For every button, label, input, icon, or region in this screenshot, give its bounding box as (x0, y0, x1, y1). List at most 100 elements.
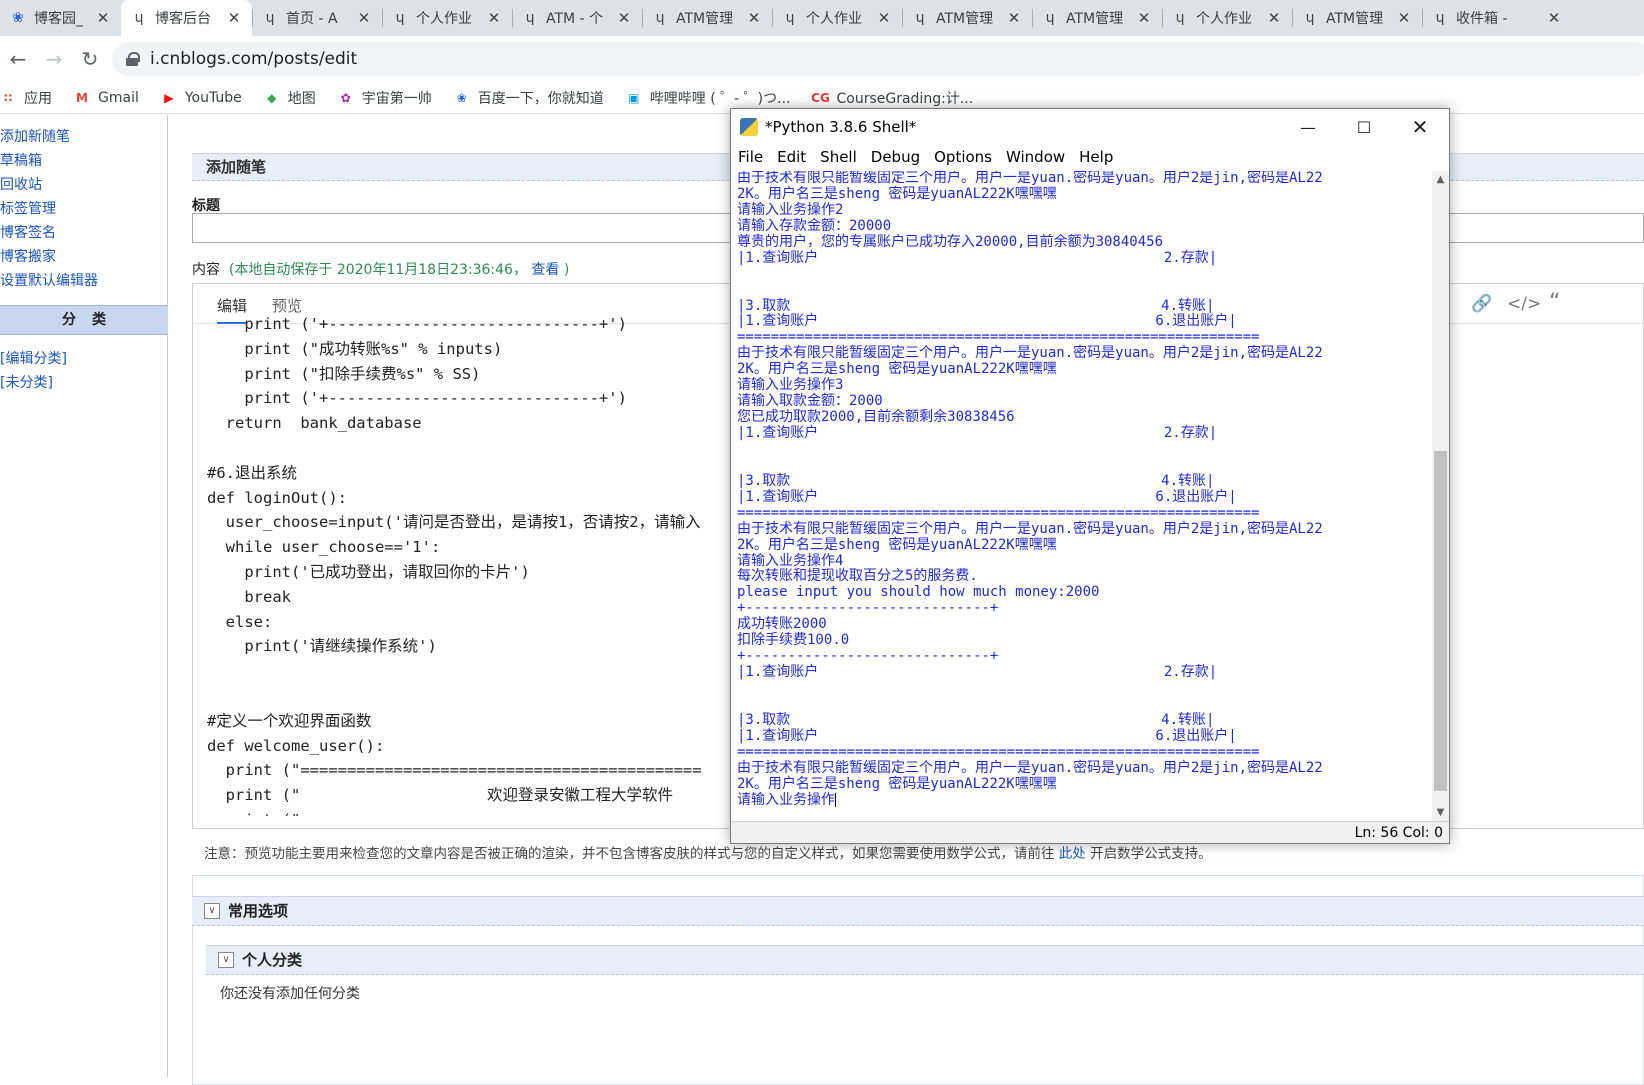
tab-close-icon[interactable]: ✕ (1546, 9, 1562, 27)
scroll-up-icon[interactable]: ▲ (1432, 171, 1449, 188)
tab-separator (902, 9, 903, 27)
shell-line: 2K。用户名三是sheng 密码是yuanAL222K嘿嘿嘿 (737, 536, 1057, 553)
bookmark-label: 哔哩哔哩 ( ゜- ゜)つ... (649, 90, 791, 107)
tab-close-icon[interactable]: ✕ (95, 9, 111, 27)
shell-menu-options[interactable]: Options (934, 148, 992, 166)
shell-output[interactable]: 由于技术有限只能暂缓固定三个用户。用户一是yuan.密码是yuan。用户2是ji… (731, 171, 1431, 821)
content-label: 内容 (192, 262, 220, 278)
browser-tab[interactable]: ɥ 个人作业 ✕ (772, 0, 902, 36)
cnblogs-icon: ɥ (1045, 10, 1055, 26)
back-arrow-icon[interactable]: ← (0, 41, 36, 77)
browser-tab[interactable]: ɥ ATM管理 ✕ (1032, 0, 1162, 36)
flower-icon: ✿ (340, 90, 351, 105)
tab-title: ATM - 个 (546, 11, 604, 27)
bilibili-icon: ▣ (628, 90, 640, 105)
shell-line: 由于技术有限只能暂缓固定三个用户。用户一是yuan.密码是yuan。用户2是ji… (737, 759, 1323, 776)
tab-title: 个人作业 (806, 11, 862, 27)
bookmark-item[interactable]: ▶ YouTube (161, 90, 242, 106)
sidebar-link[interactable]: 回收站 (0, 173, 98, 197)
bookmark-item[interactable]: ❀ 百度一下，你就知道 (454, 88, 604, 108)
shell-line: 您已成功取款2000,目前余额剩余30838456 (737, 409, 1015, 426)
minimize-icon[interactable]: — (1285, 109, 1331, 145)
python-shell-window[interactable]: *Python 3.8.6 Shell* — ☐ ✕ File Edit Shell… (730, 108, 1450, 844)
address-bar[interactable]: i.cnblogs.com/posts/edit (112, 42, 1644, 76)
math-support-link[interactable]: 此处 (1059, 846, 1086, 862)
common-options-header[interactable]: ∨ 常用选项 (192, 896, 1644, 926)
maximize-icon[interactable]: ☐ (1341, 109, 1387, 145)
sidebar-link[interactable]: 博客签名 (0, 221, 98, 245)
shell-line: |1.查询账户 6.退出账户| (737, 313, 1237, 330)
shell-line: |3.取款 4.转账| (737, 472, 1215, 489)
sidebar-link[interactable]: 标签管理 (0, 197, 98, 221)
code-icon[interactable]: </> (1507, 294, 1541, 314)
tab-separator (1032, 9, 1033, 27)
shell-menu-shell[interactable]: Shell (820, 148, 857, 166)
bookmark-item[interactable]: ✿ 宇宙第一帅 (338, 88, 432, 108)
tab-close-icon[interactable]: ✕ (746, 9, 762, 27)
sidebar-link[interactable]: 博客搬家 (0, 245, 98, 269)
shell-menu-edit[interactable]: Edit (777, 148, 806, 166)
shell-line: |1.查询账户 6.退出账户| (737, 727, 1237, 744)
browser-tab[interactable]: ɥ 个人作业 ✕ (382, 0, 512, 36)
browser-tab[interactable]: ɥ ATM - 个 ✕ (512, 0, 642, 36)
shell-menu-file[interactable]: File (738, 148, 763, 166)
shell-menu-window[interactable]: Window (1006, 148, 1065, 166)
sidebar-link[interactable]: 添加新随笔 (0, 125, 98, 149)
admin-sidebar: 添加新随笔 草稿箱 回收站 标签管理 博客签名 博客搬家 设置默认编辑器 分类 [编辑分类]… (0, 115, 168, 1077)
tab-close-icon[interactable]: ✕ (226, 9, 242, 27)
bookmark-item[interactable]: ◆ 地图 (264, 88, 316, 108)
shell-title-bar[interactable]: *Python 3.8.6 Shell* — ☐ ✕ (731, 109, 1449, 145)
browser-tab[interactable]: ɥ 首页 - A ✕ (252, 0, 382, 36)
scroll-thumb[interactable] (1434, 451, 1447, 791)
scroll-down-icon[interactable]: ▼ (1432, 804, 1449, 821)
common-options-label: 常用选项 (228, 902, 289, 920)
sidebar-link[interactable]: 草稿箱 (0, 149, 98, 173)
shell-menu-help[interactable]: Help (1079, 148, 1113, 166)
tab-close-icon[interactable]: ✕ (876, 9, 892, 27)
close-icon[interactable]: ✕ (1397, 109, 1443, 145)
sidebar-link[interactable]: 设置默认编辑器 (0, 269, 98, 293)
collapse-icon[interactable]: ∨ (218, 952, 234, 968)
reload-icon[interactable]: ↻ (72, 41, 108, 77)
python-icon (740, 118, 758, 136)
shell-scrollbar[interactable]: ▲ ▼ (1432, 171, 1449, 821)
link-icon[interactable]: 🔗 (1471, 294, 1492, 314)
autosave-view-link[interactable]: 查看 (531, 262, 559, 278)
browser-tab[interactable]: ɥ 个人作业 ✕ (1162, 0, 1292, 36)
browser-tab[interactable]: ɥ ATM管理 ✕ (642, 0, 772, 36)
bookmark-item[interactable]: M Gmail (74, 90, 139, 106)
sidebar-category-link[interactable]: [编辑分类] (0, 347, 67, 371)
sidebar-category-link[interactable]: [未分类] (0, 371, 67, 395)
bookmark-label: 应用 (24, 90, 52, 107)
tab-title: ATM管理 (1326, 11, 1384, 27)
bookmark-item[interactable]: ∷ 应用 (0, 88, 52, 108)
browser-tab[interactable]: ɥ ATM管理 ✕ (1292, 0, 1422, 36)
shell-line: +-----------------------------+ (737, 600, 999, 617)
browser-tab[interactable]: ɥ 博客后台 ✕ (121, 0, 252, 36)
tab-close-icon[interactable]: ✕ (616, 9, 632, 27)
browser-tab[interactable]: ɥ ATM管理 ✕ (902, 0, 1032, 36)
tab-close-icon[interactable]: ✕ (1136, 9, 1152, 27)
tab-close-icon[interactable]: ✕ (1006, 9, 1022, 27)
bookmark-item[interactable]: ▣ 哔哩哔哩 ( ゜- ゜)つ... (626, 88, 791, 108)
browser-tab[interactable]: ❀ 博客园_ ✕ (0, 0, 121, 36)
tab-close-icon[interactable]: ✕ (486, 9, 502, 27)
tab-separator (772, 9, 773, 27)
no-category-text: 你还没有添加任何分类 (220, 986, 360, 1002)
cnblogs-icon: ɥ (265, 10, 275, 26)
shell-menu-debug[interactable]: Debug (871, 148, 920, 166)
bookmark-item[interactable]: CG CourseGrading:计... (811, 88, 973, 108)
personal-category-header[interactable]: ∨ 个人分类 (206, 945, 1644, 975)
forward-arrow-icon[interactable]: → (36, 41, 72, 77)
tab-close-icon[interactable]: ✕ (1266, 9, 1282, 27)
tab-separator (512, 9, 513, 27)
content-status: 内容 (本地自动保存于 2020年11月18日23:36:46， 查看 ) (192, 259, 569, 279)
tab-close-icon[interactable]: ✕ (1396, 9, 1412, 27)
shell-line: |1.查询账户 2.存款| (737, 425, 1218, 441)
cnblogs-icon: ɥ (1175, 10, 1185, 26)
collapse-icon[interactable]: ∨ (204, 903, 220, 919)
browser-tab[interactable]: ɥ 收件箱 - ✕ (1422, 0, 1572, 36)
tab-close-icon[interactable]: ✕ (356, 9, 372, 27)
tab-separator (382, 9, 383, 27)
